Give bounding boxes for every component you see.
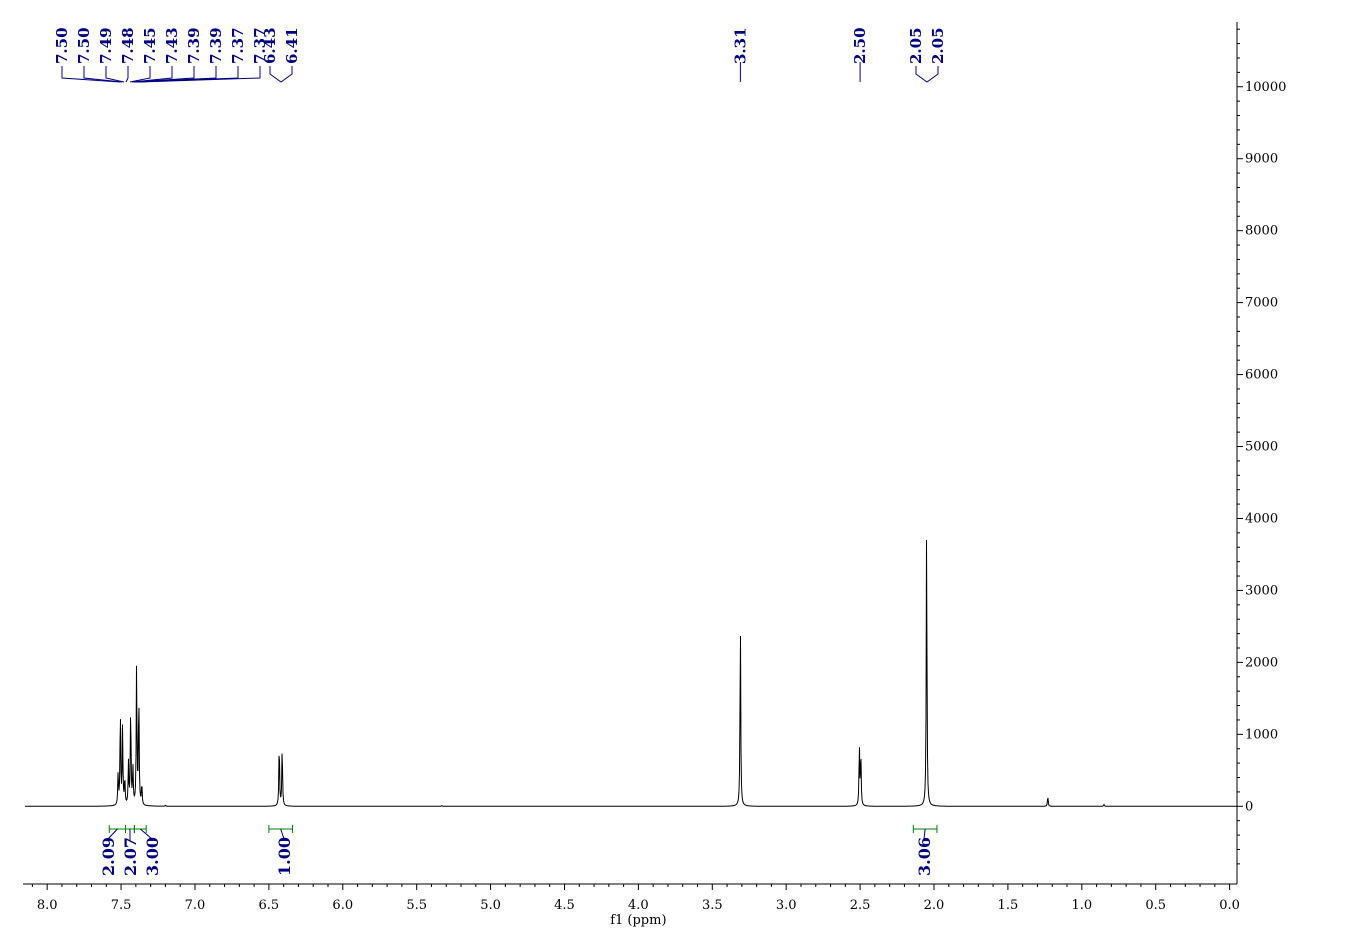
peak-label-layer: 7.50 7.50 7.49 7.48 7.45 7.43 7.39 7.39 7.37 7.37… bbox=[53, 27, 947, 83]
peak-label: 7.49 bbox=[97, 27, 115, 64]
x-tick-label: 7.5 bbox=[111, 898, 132, 913]
peak-connector bbox=[915, 66, 939, 83]
peak-label: 7.39 bbox=[207, 27, 225, 64]
peak-label: 7.37 bbox=[229, 27, 247, 64]
spectrum-trace bbox=[25, 540, 1237, 807]
peak-label: 7.50 bbox=[53, 27, 71, 64]
x-tick-label: 6.0 bbox=[332, 898, 353, 913]
x-axis: 8.0 7.5 7.0 6.5 6.0 5.5 5.0 4.5 4.0 3.5 3.0 2.5 2.0 1… bbox=[23, 883, 1240, 913]
integral-value: 3.00 bbox=[143, 837, 162, 876]
peak-label: 6.43 bbox=[261, 27, 279, 64]
x-tick-label: 4.5 bbox=[554, 898, 575, 913]
x-tick-label: 4.0 bbox=[628, 898, 649, 913]
peak-label: 7.50 bbox=[75, 27, 93, 64]
y-tick-label: 5000 bbox=[1245, 440, 1278, 455]
peak-connector bbox=[105, 66, 125, 83]
integral-value: 3.06 bbox=[915, 837, 934, 876]
peak-label: 2.05 bbox=[929, 27, 947, 64]
peak-label: 2.50 bbox=[851, 27, 869, 64]
peak-label: 7.39 bbox=[185, 27, 203, 64]
nmr-spectrum-chart: 8.0 7.5 7.0 6.5 6.0 5.5 5.0 4.5 4.0 3.5 3.0 2.5 2.0 1… bbox=[23, 22, 1286, 928]
peak-label: 3.31 bbox=[731, 27, 749, 64]
x-tick-label: 0.5 bbox=[1145, 898, 1166, 913]
x-tick-label: 1.0 bbox=[1071, 898, 1092, 913]
y-tick-label: 1000 bbox=[1245, 727, 1278, 742]
x-tick-label: 0.0 bbox=[1219, 898, 1240, 913]
x-tick-label: 7.0 bbox=[185, 898, 206, 913]
integral-value: 1.00 bbox=[275, 837, 294, 876]
peak-connector bbox=[269, 66, 293, 83]
x-tick-label: 1.5 bbox=[998, 898, 1019, 913]
x-tick-label: 2.5 bbox=[850, 898, 871, 913]
integration-layer: 2.09 2.07 3.00 1.00 3.06 bbox=[99, 825, 938, 876]
y-tick-label: 3000 bbox=[1245, 583, 1278, 598]
x-tick-label: 5.5 bbox=[406, 898, 427, 913]
x-tick-label: 2.0 bbox=[924, 898, 945, 913]
peak-label: 2.05 bbox=[907, 27, 925, 64]
peak-label: 7.48 bbox=[119, 27, 137, 64]
peak-label: 7.43 bbox=[163, 27, 181, 64]
peak-label: 7.45 bbox=[141, 27, 159, 64]
integral-value: 2.07 bbox=[121, 837, 140, 876]
y-tick-label: 4000 bbox=[1245, 511, 1278, 526]
y-axis: 0 1000 2000 3000 4000 5000 6000 7000 8000 9000 100… bbox=[1236, 22, 1286, 884]
y-tick-label: 8000 bbox=[1245, 224, 1278, 239]
y-tick-label: 6000 bbox=[1245, 368, 1278, 383]
x-tick-label: 3.0 bbox=[776, 898, 797, 913]
peak-connector bbox=[129, 66, 151, 83]
x-tick-label: 6.5 bbox=[259, 898, 280, 913]
peak-label: 6.41 bbox=[283, 27, 301, 64]
y-tick-label: 0 bbox=[1245, 799, 1253, 814]
x-axis-title: f1 (ppm) bbox=[610, 913, 666, 928]
peak-connector bbox=[125, 66, 129, 83]
y-tick-label: 2000 bbox=[1245, 655, 1278, 670]
spectrum-layer bbox=[25, 540, 1237, 807]
x-tick-label: 3.5 bbox=[702, 898, 723, 913]
x-tick-label: 5.0 bbox=[480, 898, 501, 913]
y-tick-label: 7000 bbox=[1245, 296, 1278, 311]
y-tick-label: 10000 bbox=[1245, 80, 1286, 95]
y-tick-label: 9000 bbox=[1245, 152, 1278, 167]
x-tick-label: 8.0 bbox=[37, 898, 58, 913]
integral-value: 2.09 bbox=[99, 837, 118, 876]
